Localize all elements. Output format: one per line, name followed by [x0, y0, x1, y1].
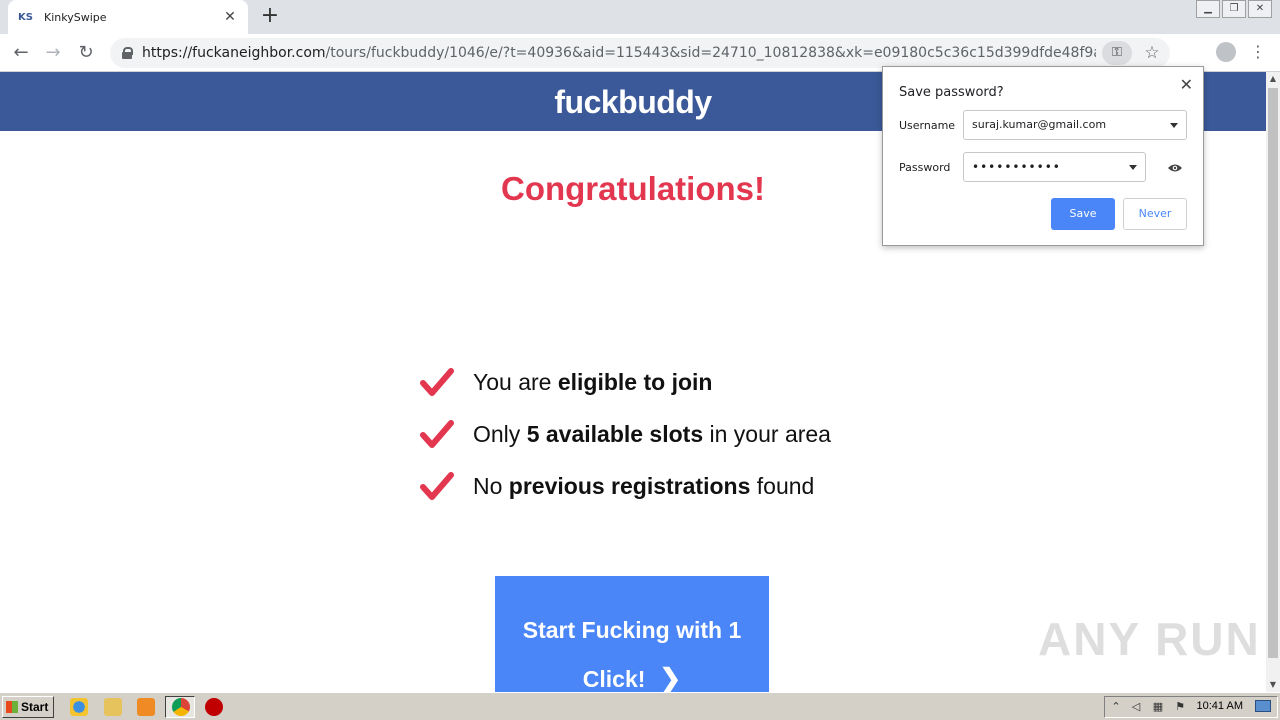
file-explorer-icon[interactable]: [104, 698, 122, 716]
text-plain: in your area: [703, 420, 831, 447]
clock[interactable]: 10:41 AM: [1197, 700, 1243, 712]
bookmark-star-icon[interactable]: ☆: [1142, 43, 1162, 63]
list-item-text: Only 5 available slots in your area: [473, 421, 831, 448]
volume-icon[interactable]: ◁: [1129, 700, 1143, 714]
restore-button[interactable]: ❐: [1222, 0, 1246, 18]
dialog-title: Save password?: [899, 85, 1004, 100]
chrome-taskbar-button[interactable]: [165, 696, 195, 718]
password-select[interactable]: •••••••••••: [963, 152, 1146, 182]
start-label: Start: [21, 700, 49, 714]
list-item: No previous registrations found: [420, 460, 870, 512]
browser-tab[interactable]: KS KinkySwipe ✕: [8, 0, 248, 34]
chevron-down-icon: [1170, 123, 1178, 128]
url-text[interactable]: https://fuckaneighbor.com/tours/fuckbudd…: [142, 45, 1096, 61]
close-icon[interactable]: ✕: [1180, 75, 1193, 94]
network-icon[interactable]: ▦: [1151, 700, 1165, 714]
chevron-up-icon[interactable]: ⌃: [1109, 700, 1123, 714]
scroll-up-icon[interactable]: ▲: [1266, 72, 1280, 86]
text-plain: Only: [473, 420, 527, 447]
url-path: /tours/fuckbuddy/1046/e/?t=40936&aid=115…: [325, 45, 1096, 61]
system-tray: ⌃ ◁ ▦ ⚑ 10:41 AM: [1104, 696, 1278, 718]
tab-title: KinkySwipe: [44, 10, 107, 24]
username-value: suraj.kumar@gmail.com: [972, 118, 1107, 131]
save-password-dialog: Save password? ✕ Username suraj.kumar@gm…: [882, 66, 1204, 246]
list-item-text: No previous registrations found: [473, 473, 814, 500]
internet-explorer-icon[interactable]: [70, 698, 88, 716]
username-label: Username: [899, 119, 956, 132]
minimize-button[interactable]: ▁: [1196, 0, 1220, 18]
cta-line-1: Start Fucking with 1: [522, 617, 742, 643]
menu-kebab-icon[interactable]: ⋮: [1250, 42, 1266, 61]
text-plain: No: [473, 472, 509, 499]
password-value: •••••••••••: [972, 160, 1061, 174]
checkmark-icon: [420, 420, 454, 448]
close-window-button[interactable]: ✕: [1248, 0, 1272, 18]
back-button[interactable]: ←: [8, 40, 34, 66]
save-button[interactable]: Save: [1051, 198, 1115, 230]
chrome-icon: [172, 698, 190, 716]
text-bold: 5 available slots: [526, 420, 704, 447]
show-desktop-icon[interactable]: [1255, 700, 1271, 712]
profile-avatar-icon[interactable]: [1216, 42, 1236, 62]
scroll-down-icon[interactable]: ▼: [1266, 678, 1280, 692]
checkmark-icon: [420, 368, 454, 396]
address-bar[interactable]: https://fuckaneighbor.com/tours/fuckbudd…: [110, 38, 1170, 68]
start-button[interactable]: Start: [2, 696, 54, 718]
media-player-icon[interactable]: [137, 698, 155, 716]
flag-icon[interactable]: ⚑: [1173, 700, 1187, 714]
reload-button[interactable]: ↻: [73, 40, 99, 66]
windows-logo-icon: [6, 701, 18, 713]
list-item: You are eligible to join: [420, 356, 870, 408]
start-cta-button[interactable]: Start Fucking with 1 Click! ❯: [495, 576, 769, 696]
text-bold: eligible to join: [557, 368, 713, 395]
site-favicon-icon: KS: [18, 11, 33, 23]
alert-app-icon[interactable]: [205, 698, 223, 716]
checkmark-icon: [420, 472, 454, 500]
chevron-down-icon: [1129, 165, 1137, 170]
text-bold: previous registrations: [508, 472, 751, 499]
lock-icon[interactable]: [122, 47, 133, 59]
page-scrollbar[interactable]: ▲ ▼: [1266, 72, 1280, 692]
never-button[interactable]: Never: [1123, 198, 1187, 230]
anyrun-watermark: ANY RUN: [1038, 613, 1261, 665]
cta-text: Click!: [582, 666, 646, 692]
windows-taskbar: Start ⌃ ◁ ▦ ⚑ 10:41 AM: [0, 692, 1280, 720]
eligibility-checklist: You are eligible to join Only 5 availabl…: [420, 356, 870, 512]
new-tab-button[interactable]: +: [258, 5, 282, 29]
close-tab-icon[interactable]: ✕: [222, 9, 238, 25]
list-item-text: You are eligible to join: [473, 369, 712, 396]
key-icon[interactable]: ⚿: [1102, 41, 1132, 65]
tab-strip: KS KinkySwipe ✕ + ▁ ❐ ✕: [0, 0, 1280, 34]
username-select[interactable]: suraj.kumar@gmail.com: [963, 110, 1187, 140]
eye-icon[interactable]: [1167, 163, 1183, 173]
forward-button[interactable]: →: [40, 40, 66, 66]
window-controls: ▁ ❐ ✕: [1196, 0, 1272, 18]
password-label: Password: [899, 161, 951, 174]
list-item: Only 5 available slots in your area: [420, 408, 870, 460]
text-plain: You are: [473, 368, 558, 395]
text-plain: found: [750, 472, 815, 499]
url-host: https://fuckaneighbor.com: [142, 45, 326, 61]
scroll-thumb[interactable]: [1268, 88, 1278, 658]
